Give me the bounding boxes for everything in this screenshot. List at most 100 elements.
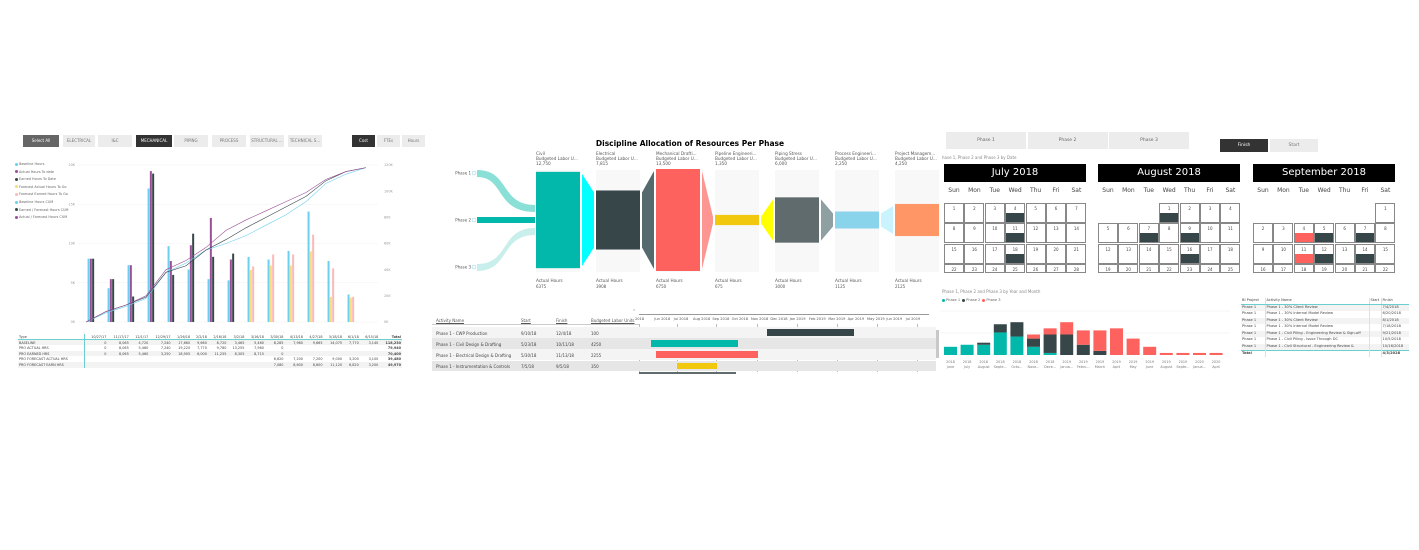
gantt-column-header[interactable]: Start [521, 318, 531, 323]
calendar-day[interactable]: 11 [1220, 223, 1241, 244]
discipline-button-mechanical[interactable]: MECHANICAL [136, 135, 172, 147]
stacked-bar-phase-3[interactable] [1193, 352, 1206, 355]
calendar-day[interactable]: 12 [1025, 223, 1046, 244]
bar-actual-hours-to-date[interactable] [89, 258, 92, 322]
calendar-event-marker[interactable] [1315, 253, 1334, 263]
calendar-day[interactable]: 22 [944, 264, 964, 274]
calendar-day[interactable]: 3 [984, 203, 1005, 223]
calendar-day[interactable]: 9 [1179, 223, 1200, 244]
stacked-bar-phase-3[interactable] [1126, 338, 1140, 355]
calendar-day[interactable]: 10 [1200, 223, 1220, 244]
bar-baseline-hours[interactable] [227, 280, 230, 322]
calendar-day[interactable]: 10 [984, 223, 1005, 244]
calendar-day[interactable]: 8 [1159, 223, 1180, 244]
sankey-flow-phase-3[interactable] [477, 228, 535, 271]
stacked-bar-phase-2[interactable] [993, 324, 1007, 333]
bar-forecast-actual-hours-to-go[interactable] [269, 265, 272, 322]
calendar-event-marker[interactable] [1315, 233, 1334, 243]
bar-baseline-hours[interactable] [87, 258, 90, 322]
calendar-event-marker[interactable] [1180, 233, 1199, 243]
calendar-event-marker[interactable] [1006, 213, 1025, 222]
sankey-node-5[interactable] [835, 211, 879, 229]
calendar-event-marker[interactable] [1160, 213, 1179, 222]
sankey-link[interactable] [702, 171, 713, 269]
discipline-button-process[interactable]: PROCESS [212, 135, 246, 147]
bar-baseline-hours[interactable] [287, 250, 290, 322]
stacked-bar-phase-3[interactable] [1159, 352, 1173, 355]
calendar-day[interactable]: 1 [944, 203, 964, 223]
sankey-source-node-icon[interactable] [471, 264, 477, 270]
calendar-day[interactable]: 17 [984, 243, 1005, 264]
sankey-link[interactable] [582, 173, 594, 267]
calendar-event-marker[interactable] [1356, 253, 1374, 263]
bar-actual-hours-to-date[interactable] [129, 265, 132, 322]
gantt-column-header[interactable]: Finish [556, 318, 567, 323]
discipline-button-i-c[interactable]: I&C [98, 135, 132, 147]
calendar-day[interactable]: 14 [1066, 223, 1087, 244]
calendar-day[interactable]: 9 [1253, 243, 1273, 264]
gantt-horizontal-scrollbar[interactable] [639, 372, 736, 374]
sankey-flow-phase-2[interactable] [477, 217, 535, 223]
stacked-bar-phase-2[interactable] [977, 342, 991, 345]
calendar-day[interactable]: 25 [1005, 264, 1026, 274]
date-button-start[interactable]: Start [1270, 139, 1318, 152]
calendar-day[interactable]: 6 [1046, 203, 1066, 223]
sankey-link[interactable] [881, 205, 893, 235]
calendar-day[interactable]: 15 [944, 243, 964, 264]
sankey-link[interactable] [821, 199, 833, 241]
gantt-column-header[interactable]: Budgeted Labor Units [591, 318, 634, 323]
stacked-bar-phase-3[interactable] [1076, 330, 1090, 345]
calendar-day[interactable]: 5 [1314, 223, 1335, 244]
bar-forecast-earned-hours-to-go[interactable] [332, 268, 335, 322]
calendar-day[interactable]: 19 [1314, 264, 1335, 274]
calendar-day[interactable]: 4 [1293, 223, 1314, 244]
bar-earned-hours-to-date[interactable] [92, 258, 95, 322]
sankey-node-0[interactable] [536, 171, 580, 269]
bar-forecast-actual-hours-to-go[interactable] [309, 251, 312, 322]
calendar-day[interactable]: 20 [1118, 264, 1139, 274]
bar-baseline-hours[interactable] [207, 279, 210, 322]
bar-earned-hours-to-date[interactable] [212, 256, 215, 322]
bar-forecast-actual-hours-to-go[interactable] [249, 270, 252, 322]
calendar-day[interactable]: 18 [1005, 243, 1026, 264]
phase-button-2[interactable]: Phase 2 [1027, 132, 1108, 149]
stacked-bar-phase-1[interactable] [977, 344, 991, 355]
bar-forecast-earned-hours-to-go[interactable] [292, 254, 295, 322]
bar-baseline-hours[interactable] [327, 261, 330, 322]
sankey-source-node-icon[interactable] [471, 217, 477, 223]
measure-button-hours[interactable]: Hours [402, 135, 425, 147]
bar-forecast-actual-hours-to-go[interactable] [289, 265, 292, 322]
bar-actual-hours-to-date[interactable] [149, 171, 152, 322]
sankey-node-3[interactable] [715, 214, 759, 226]
calendar-day[interactable]: 3 [1200, 203, 1220, 223]
discipline-button-technical-s-[interactable]: TECHNICAL S... [288, 135, 322, 147]
sankey-node-4[interactable] [775, 197, 819, 243]
calendar-day[interactable]: 11 [1293, 243, 1314, 264]
calendar-day[interactable]: 27 [1046, 264, 1066, 274]
calendar-day[interactable]: 26 [1025, 264, 1046, 274]
calendar-day[interactable]: 5 [1025, 203, 1046, 223]
discipline-button-electrical[interactable]: ELECTRICAL [63, 135, 95, 147]
calendar-day[interactable]: 3 [1273, 223, 1294, 244]
calendar-day[interactable]: 14 [1355, 243, 1375, 264]
sankey-link[interactable] [642, 171, 654, 269]
calendar-day[interactable]: 1 [1375, 203, 1396, 223]
legend-item[interactable]: Baseline Hours [15, 162, 44, 166]
calendar-event-marker[interactable] [1294, 253, 1313, 263]
stacked-bar-phase-1[interactable] [944, 346, 957, 355]
calendar-event-marker[interactable] [1294, 233, 1313, 243]
calendar-day[interactable]: 16 [964, 243, 985, 264]
bar-earned-hours-to-date[interactable] [132, 296, 135, 322]
stacked-bar-phase-2[interactable] [1043, 334, 1057, 353]
calendar-day[interactable]: 4 [1005, 203, 1026, 223]
bar-baseline-hours[interactable] [127, 265, 130, 322]
sankey-source-node-icon[interactable] [471, 170, 477, 176]
calendar-event-marker[interactable] [1356, 233, 1374, 243]
calendar-day[interactable]: 22 [1159, 264, 1180, 274]
calendar-day[interactable]: 13 [1046, 223, 1066, 244]
calendar-day[interactable]: 12 [1314, 243, 1335, 264]
discipline-button-piping[interactable]: PIPING [174, 135, 208, 147]
stacked-legend-item[interactable]: Phase 1 [942, 298, 960, 302]
bar-earned-hours-to-date[interactable] [152, 173, 155, 322]
stacked-bar-phase-3[interactable] [1060, 322, 1074, 335]
